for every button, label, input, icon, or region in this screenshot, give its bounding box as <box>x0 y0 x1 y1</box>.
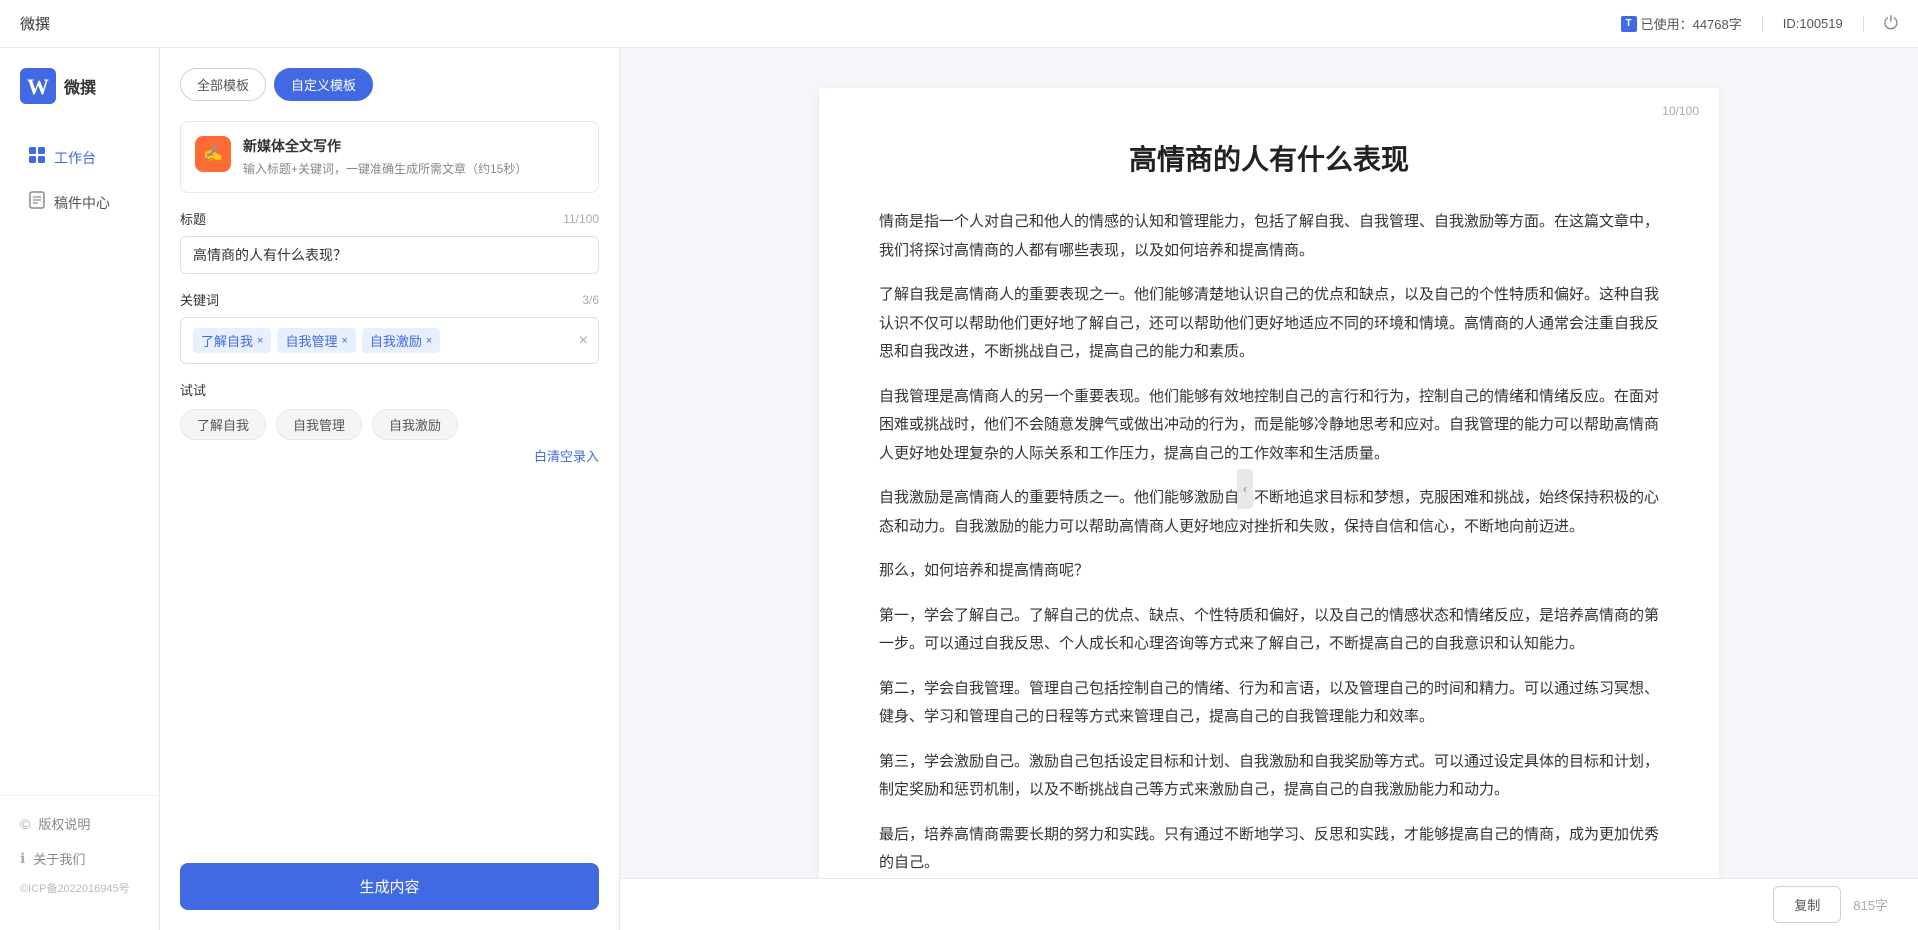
header-divider2 <box>1863 16 1864 32</box>
keywords-section: 关键词 3/6 了解自我 × 自我管理 × 自我激励 × <box>180 290 599 364</box>
about-icon: ℹ <box>20 850 25 867</box>
header-right: T 已使用：44768字 ID:100519 ⏻ <box>1621 13 1898 34</box>
try-tag-3[interactable]: 自我激励 <box>372 409 458 440</box>
article-title: 高情商的人有什么表现 <box>879 138 1659 178</box>
template-tabs: 全部模板 自定义模板 <box>180 68 599 101</box>
sidebar-footer: © 版权说明 ℹ 关于我们 ©ICP备2022016945号 <box>0 795 159 910</box>
keyword-tag-1-remove[interactable]: × <box>257 335 263 347</box>
article-container: 10/100 高情商的人有什么表现 情商是指一个人对自己和他人的情感的认知和管理… <box>620 48 1918 878</box>
keyword-tag-3-text: 自我激励 <box>370 331 422 350</box>
article-para-1: 情商是指一个人对自己和他人的情感的认知和管理能力，包括了解自我、自我管理、自我激… <box>879 208 1659 265</box>
article-body: 情商是指一个人对自己和他人的情感的认知和管理能力，包括了解自我、自我管理、自我激… <box>879 208 1659 878</box>
power-icon[interactable]: ⏻ <box>1884 13 1898 34</box>
logo-w-icon: W <box>20 68 56 104</box>
article-para-2: 了解自我是高情商人的重要表现之一。他们能够清楚地认识自己的优点和缺点，以及自己的… <box>879 281 1659 367</box>
header: 微撰 T 已使用：44768字 ID:100519 ⏻ <box>0 0 1918 48</box>
usage-label: 已使用：44768字 <box>1641 14 1742 33</box>
panel-toggle[interactable]: ‹ <box>1237 469 1253 509</box>
header-left: 微撰 <box>20 13 50 34</box>
keywords-box[interactable]: 了解自我 × 自我管理 × 自我激励 × × <box>180 317 599 364</box>
sidebar-item-about[interactable]: ℹ 关于我们 <box>0 841 159 876</box>
keywords-label-row: 关键词 3/6 <box>180 290 599 309</box>
article-para-8: 第三，学会激励自己。激励自己包括设定目标和计划、自我激励和自我奖励等方式。可以通… <box>879 748 1659 805</box>
sidebar-item-drafts-label: 稿件中心 <box>54 193 110 213</box>
article-para-6: 第一，学会了解自己。了解自己的优点、缺点、个性特质和偏好，以及自己的情感状态和情… <box>879 602 1659 659</box>
try-label: 试试 <box>180 380 599 399</box>
copy-button[interactable]: 复制 <box>1773 886 1841 923</box>
template-card-name: 新媒体全文写作 <box>243 136 584 156</box>
sidebar-item-copyright[interactable]: © 版权说明 <box>0 806 159 841</box>
try-tag-1[interactable]: 了解自我 <box>180 409 266 440</box>
keyword-tag-1-text: 了解自我 <box>201 331 253 350</box>
title-label: 标题 <box>180 209 206 228</box>
sidebar: W 微撰 工作台 <box>0 48 160 930</box>
word-count: 815字 <box>1853 895 1888 914</box>
title-count: 11/100 <box>563 212 599 226</box>
page-count: 10/100 <box>1662 104 1699 118</box>
title-input[interactable] <box>180 236 599 274</box>
sidebar-logo: W 微撰 <box>0 68 159 134</box>
header-divider <box>1762 16 1763 32</box>
template-card-info: 新媒体全文写作 输入标题+关键词，一键准确生成所需文章（约15秒） <box>243 136 584 178</box>
sidebar-item-drafts[interactable]: 稿件中心 <box>8 181 151 224</box>
drafts-icon <box>28 191 46 214</box>
header-title: 微撰 <box>20 13 50 34</box>
copyright-icon: © <box>20 816 30 832</box>
article-para-9: 最后，培养高情商需要长期的努力和实践。只有通过不断地学习、反思和实践，才能够提高… <box>879 821 1659 878</box>
keyword-tag-2[interactable]: 自我管理 × <box>277 328 355 353</box>
keyword-tag-2-text: 自我管理 <box>285 331 337 350</box>
try-section: 试试 了解自我 自我管理 自我激励 白清空录入 <box>180 380 599 465</box>
keyword-tag-3[interactable]: 自我激励 × <box>362 328 440 353</box>
keyword-tag-2-remove[interactable]: × <box>341 335 347 347</box>
article-page: 10/100 高情商的人有什么表现 情商是指一个人对自己和他人的情感的认知和管理… <box>819 88 1719 878</box>
template-card-icon: ✍ <box>195 136 231 172</box>
article-para-5: 那么，如何培养和提高情商呢？ <box>879 557 1659 586</box>
tab-all-templates[interactable]: 全部模板 <box>180 68 266 101</box>
article-para-4: 自我激励是高情商人的重要特质之一。他们能够激励自己不断地追求目标和梦想，克服困难… <box>879 484 1659 541</box>
template-card-desc: 输入标题+关键词，一键准确生成所需文章（约15秒） <box>243 160 584 178</box>
copyright-label: 版权说明 <box>38 814 90 833</box>
workbench-icon <box>28 146 46 169</box>
right-panel: 10/100 高情商的人有什么表现 情商是指一个人对自己和他人的情感的认知和管理… <box>620 48 1918 930</box>
generate-button[interactable]: 生成内容 <box>180 863 599 910</box>
title-label-row: 标题 11/100 <box>180 209 599 228</box>
sidebar-nav: 工作台 稿件中心 <box>0 134 159 795</box>
about-label: 关于我们 <box>33 849 85 868</box>
clear-entry-btn[interactable]: 白清空录入 <box>180 446 599 465</box>
try-tag-2[interactable]: 自我管理 <box>276 409 362 440</box>
main-layout: W 微撰 工作台 <box>0 48 1918 930</box>
template-card-new-media[interactable]: ✍ 新媒体全文写作 输入标题+关键词，一键准确生成所需文章（约15秒） <box>180 121 599 193</box>
usage-icon: T <box>1621 16 1637 32</box>
article-footer: 复制 815字 <box>620 878 1918 930</box>
try-tags: 了解自我 自我管理 自我激励 <box>180 409 599 440</box>
content-area: 全部模板 自定义模板 ✍ 新媒体全文写作 输入标题+关键词，一键准确生成所需文章… <box>160 48 1918 930</box>
keyword-tag-3-remove[interactable]: × <box>426 335 432 347</box>
usage-info: T 已使用：44768字 <box>1621 14 1742 33</box>
sidebar-item-workbench-label: 工作台 <box>54 148 96 168</box>
keywords-label: 关键词 <box>180 290 219 309</box>
keywords-count: 3/6 <box>582 293 599 307</box>
sidebar-item-workbench[interactable]: 工作台 <box>8 136 151 179</box>
svg-text:W: W <box>27 74 49 99</box>
id-label: ID:100519 <box>1783 16 1843 31</box>
article-para-3: 自我管理是高情商人的另一个重要表现。他们能够有效地控制自己的言行和行为，控制自己… <box>879 383 1659 469</box>
keywords-clear-icon[interactable]: × <box>579 332 588 350</box>
article-para-7: 第二，学会自我管理。管理自己包括控制自己的情绪、行为和言语，以及管理自己的时间和… <box>879 675 1659 732</box>
keyword-tag-1[interactable]: 了解自我 × <box>193 328 271 353</box>
tab-custom-templates[interactable]: 自定义模板 <box>274 68 373 101</box>
title-section: 标题 11/100 <box>180 209 599 274</box>
sidebar-logo-text: 微撰 <box>64 74 96 98</box>
left-panel: 全部模板 自定义模板 ✍ 新媒体全文写作 输入标题+关键词，一键准确生成所需文章… <box>160 48 620 930</box>
icp-text: ©ICP备2022016945号 <box>0 876 159 900</box>
